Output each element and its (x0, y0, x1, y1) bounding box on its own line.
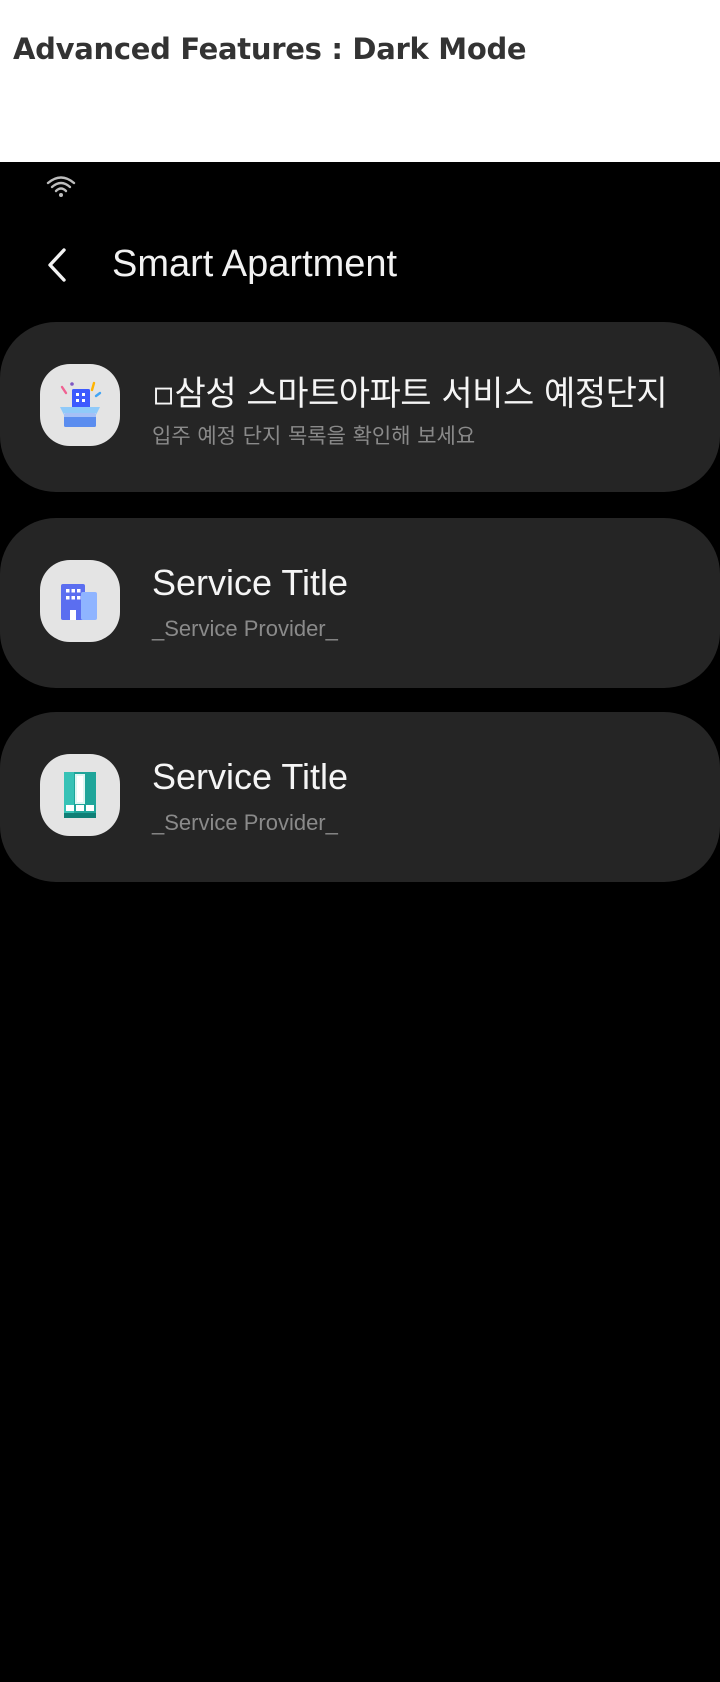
chevron-left-icon (48, 248, 66, 282)
back-button[interactable] (30, 237, 86, 293)
service-card-3[interactable]: Service Title _Service Provider_ (0, 712, 720, 882)
gift-box-building-icon (60, 381, 102, 427)
teal-tower-logo-icon (64, 772, 96, 818)
service-provider: _Service Provider_ (152, 616, 338, 641)
service-title: ▫삼성 스마트아파트 서비스 예정단지 (152, 374, 668, 414)
building-icon (61, 584, 97, 620)
service-icon-tile (40, 754, 120, 836)
caption-band: Advanced Features : Dark Mode (0, 0, 720, 162)
service-title: Service Title (152, 562, 349, 603)
app-bar: Smart Apartment (0, 215, 720, 315)
service-provider: _Service Provider_ (152, 810, 338, 835)
service-card-upcoming-complexes[interactable]: ▫삼성 스마트아파트 서비스 예정단지 입주 예정 단지 목록을 확인해 보세요 (0, 322, 720, 492)
service-subtitle: 입주 예정 단지 목록을 확인해 보세요 (152, 424, 476, 448)
service-title: Service Title (152, 756, 349, 797)
service-icon-tile (40, 364, 120, 446)
wifi-icon (46, 176, 76, 197)
service-icon-tile (40, 560, 120, 642)
status-bar (0, 162, 720, 210)
page-title: Smart Apartment (112, 243, 398, 285)
service-card-2[interactable]: Service Title _Service Provider_ (0, 518, 720, 688)
caption-text: Advanced Features : Dark Mode (13, 32, 527, 66)
